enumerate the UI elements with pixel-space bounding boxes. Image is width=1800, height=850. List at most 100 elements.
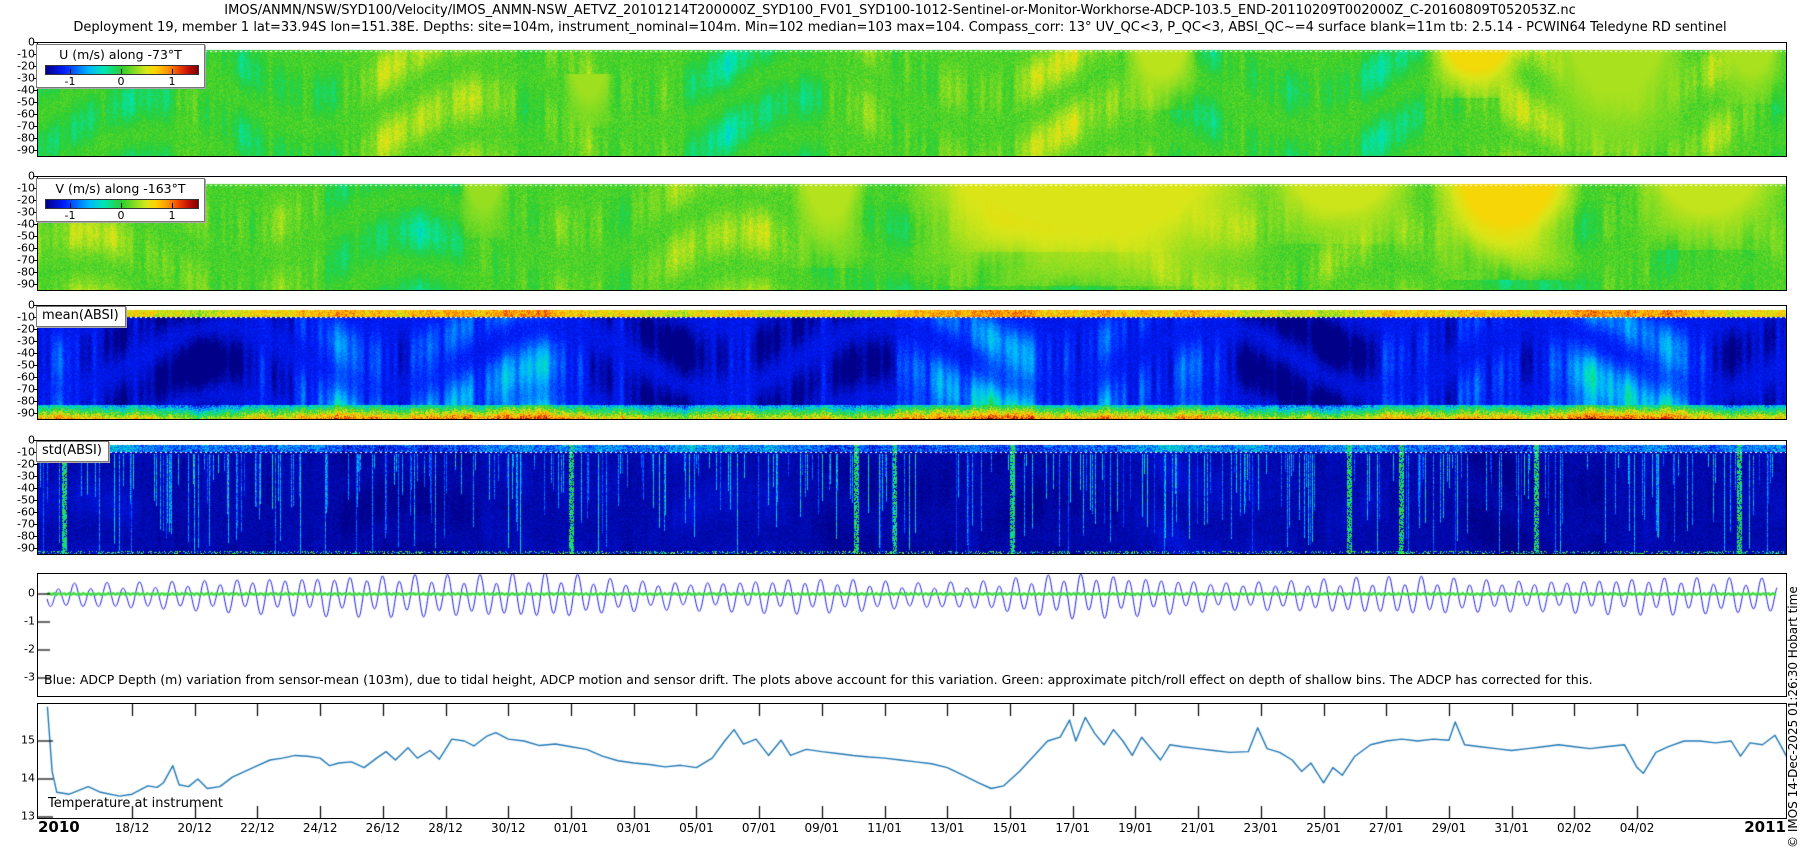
mean-absi-label: mean(ABSI)	[42, 308, 119, 323]
y-tickmark	[33, 464, 37, 465]
colorbar-tick-label: -1	[64, 75, 76, 88]
x-tick-label: 18/12	[114, 821, 150, 835]
x-tick-label: 31/01	[1494, 821, 1529, 835]
std-absi-panel	[37, 440, 1787, 555]
std-absi-label-box: std(ABSI)	[36, 441, 109, 462]
y-tickmark	[33, 536, 37, 537]
y-tickmark	[33, 150, 37, 151]
y-tickmark	[33, 353, 37, 354]
v-legend-title: V (m/s) along -163°T	[55, 181, 186, 196]
y-tickmark	[33, 413, 37, 414]
y-tickmark	[33, 224, 37, 225]
y-tick-label: 13	[21, 809, 35, 823]
x-tick-label: 03/01	[616, 821, 652, 835]
x-tick-label: 07/01	[741, 821, 777, 835]
y-tick-label: 15	[21, 733, 35, 747]
x-tick-label: 09/01	[804, 821, 840, 835]
adcp-figure: IMOS/ANMN/NSW/SYD100/Velocity/IMOS_ANMN-…	[0, 0, 1800, 850]
y-tickmark	[33, 176, 37, 177]
y-tickmark	[33, 126, 37, 127]
y-tickmark	[33, 284, 37, 285]
x-tick-label: 15/01	[992, 821, 1028, 835]
imos-watermark: © IMOS 14-Dec-2025 01:26:30 Hobart time	[1786, 586, 1800, 848]
u-colorbar-legend: U (m/s) along -73°T -1 0 1	[36, 44, 205, 88]
y-tickmark	[33, 42, 37, 43]
y-tickmark	[33, 401, 37, 402]
std-absi-label: std(ABSI)	[42, 443, 102, 458]
x-tick-label: 24/12	[302, 821, 338, 835]
y-tickmark	[33, 236, 37, 237]
y-tick-label: 14	[21, 771, 35, 785]
x-tick-label: 02/02	[1557, 821, 1592, 835]
std-absi-heatmap	[38, 441, 1786, 554]
temperature-plot	[38, 704, 1786, 818]
x-tick-label: 19/01	[1118, 821, 1153, 835]
y-tick-label: -3	[24, 670, 35, 684]
y-tickmark	[33, 389, 37, 390]
colorbar-tickmark	[121, 203, 122, 208]
colorbar-tickmark	[172, 203, 173, 208]
x-tick-label: 04/02	[1619, 821, 1655, 835]
y-tickmark	[33, 548, 37, 549]
x-tick-label: 25/01	[1306, 821, 1341, 835]
x-tick-label: 05/01	[679, 821, 714, 835]
y-tickmark	[33, 500, 37, 501]
y-tickmark	[33, 512, 37, 513]
x-tick-label: 22/12	[240, 821, 275, 835]
y-tickmark	[33, 248, 37, 249]
temperature-label: Temperature at instrument	[48, 796, 223, 811]
colorbar-tickmark	[172, 69, 173, 74]
x-tick-label: 28/12	[428, 821, 463, 835]
mean-absi-panel	[37, 305, 1787, 420]
v-velocity-heatmap	[38, 177, 1786, 290]
colorbar-tickmark	[70, 69, 71, 74]
x-tick-label: 29/01	[1431, 821, 1467, 835]
x-tick-label: 01/01	[553, 821, 589, 835]
v-colorbar-gradient	[45, 199, 199, 209]
temperature-panel	[37, 703, 1787, 819]
y-tickmark	[33, 365, 37, 366]
y-tickmark	[33, 329, 37, 330]
u-colorbar-gradient	[45, 65, 199, 75]
y-tickmark	[33, 476, 37, 477]
u-legend-title: U (m/s) along -73°T	[59, 47, 182, 62]
y-tick-label: -1	[24, 614, 35, 628]
y-tickmark	[33, 341, 37, 342]
colorbar-tick-label: 0	[117, 209, 125, 222]
u-velocity-panel	[37, 42, 1787, 157]
colorbar-tick-label: 1	[168, 75, 176, 88]
x-tick-label: 17/01	[1055, 821, 1090, 835]
colorbar-tick-label: 0	[117, 75, 125, 88]
u-velocity-heatmap	[38, 43, 1786, 156]
y-tickmark	[33, 114, 37, 115]
x-tick-label: 11/01	[867, 821, 902, 835]
x-tick-label: 27/01	[1368, 821, 1404, 835]
y-tickmark	[33, 260, 37, 261]
year-right-label: 2011	[1744, 818, 1786, 836]
title-line1: IMOS/ANMN/NSW/SYD100/Velocity/IMOS_ANMN-…	[224, 3, 1576, 18]
y-tickmark	[33, 102, 37, 103]
y-tickmark	[33, 272, 37, 273]
y-tickmark	[33, 377, 37, 378]
colorbar-tick-label: 1	[168, 209, 176, 222]
x-tick-label: 30/12	[491, 821, 526, 835]
x-tick-label: 26/12	[365, 821, 401, 835]
x-tick-label: 13/01	[929, 821, 965, 835]
y-tick-label: 0	[28, 586, 35, 600]
colorbar-tick-label: -1	[64, 209, 76, 222]
x-tick-label: 23/01	[1243, 821, 1279, 835]
y-tickmark	[33, 138, 37, 139]
colorbar-tickmark	[70, 203, 71, 208]
y-tickmark	[33, 90, 37, 91]
y-tick-label: -2	[24, 642, 35, 656]
colorbar-tickmark	[121, 69, 122, 74]
title-line2: Deployment 19, member 1 lat=33.94S lon=1…	[73, 20, 1727, 35]
depth-variation-annotation: Blue: ADCP Depth (m) variation from sens…	[44, 672, 1593, 687]
y-tickmark	[33, 488, 37, 489]
year-left-label: 2010	[38, 818, 80, 836]
v-velocity-panel	[37, 176, 1787, 291]
mean-absi-label-box: mean(ABSI)	[36, 306, 126, 327]
mean-absi-heatmap	[38, 306, 1786, 419]
x-tick-label: 20/12	[177, 821, 213, 835]
x-tick-label: 21/01	[1180, 821, 1216, 835]
